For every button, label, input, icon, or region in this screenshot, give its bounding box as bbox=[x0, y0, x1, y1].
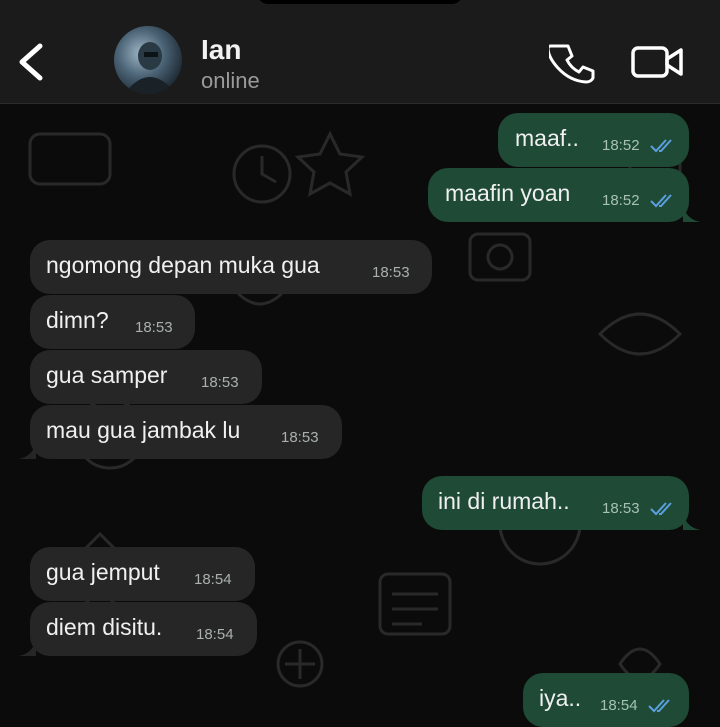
bubble-tail bbox=[683, 206, 701, 222]
message-bubble-outgoing[interactable]: ini di rumah.. 18:53 bbox=[422, 476, 701, 530]
message-time: 18:52 bbox=[602, 192, 640, 209]
message-bubble-incoming[interactable]: mau gua jambak lu 18:53 bbox=[18, 405, 342, 459]
avatar[interactable] bbox=[114, 26, 182, 94]
message-text: maafin yoan bbox=[445, 180, 571, 206]
message-bubble-outgoing[interactable]: maaf.. 18:52 bbox=[498, 113, 689, 167]
chat-header: Ian online bbox=[0, 0, 720, 104]
message-text: gua samper bbox=[46, 362, 168, 388]
message-time: 18:53 bbox=[372, 264, 410, 281]
bubble-tail bbox=[18, 443, 36, 459]
message-time: 18:53 bbox=[281, 429, 319, 446]
bubble-tail bbox=[683, 514, 701, 530]
message-bubble-incoming[interactable]: gua jemput 18:54 bbox=[30, 547, 255, 601]
message-text: diem disitu. bbox=[46, 614, 163, 640]
message-time: 18:52 bbox=[602, 137, 640, 154]
message-bubble-outgoing[interactable]: iya.. 18:54 bbox=[523, 673, 689, 727]
back-button[interactable] bbox=[14, 40, 48, 84]
message-time: 18:54 bbox=[196, 626, 234, 643]
double-check-icon bbox=[650, 502, 672, 516]
message-time: 18:53 bbox=[135, 319, 173, 336]
message-text: dimn? bbox=[46, 307, 109, 333]
message-bubble-incoming[interactable]: diem disitu. 18:54 bbox=[18, 602, 257, 656]
message-time: 18:53 bbox=[602, 500, 640, 517]
double-check-icon bbox=[650, 194, 672, 208]
chevron-left-icon bbox=[19, 43, 43, 81]
device-notch bbox=[258, 0, 462, 4]
contact-name[interactable]: Ian bbox=[201, 34, 241, 66]
message-time: 18:54 bbox=[194, 571, 232, 588]
message-text: maaf.. bbox=[515, 125, 579, 151]
avatar-photo bbox=[124, 42, 176, 94]
phone-icon bbox=[546, 44, 595, 84]
message-text: iya.. bbox=[539, 685, 582, 711]
message-time: 18:54 bbox=[600, 697, 638, 714]
message-bubble-incoming[interactable]: ngomong depan muka gua 18:53 bbox=[30, 240, 432, 294]
message-text: ngomong depan muka gua bbox=[46, 252, 320, 278]
message-bubble-incoming[interactable]: gua samper 18:53 bbox=[30, 350, 262, 404]
message-time: 18:53 bbox=[201, 374, 239, 391]
message-text: mau gua jambak lu bbox=[46, 417, 241, 443]
voice-call-button[interactable] bbox=[546, 40, 595, 86]
contact-status: online bbox=[201, 68, 260, 93]
bubble-tail bbox=[18, 640, 36, 656]
video-call-button[interactable] bbox=[630, 40, 686, 86]
double-check-icon bbox=[648, 699, 670, 713]
message-bubble-outgoing[interactable]: maafin yoan 18:52 bbox=[428, 168, 701, 222]
video-camera-icon bbox=[631, 46, 683, 78]
message-text: ini di rumah.. bbox=[438, 488, 570, 514]
message-text: gua jemput bbox=[46, 559, 160, 585]
double-check-icon bbox=[650, 139, 672, 153]
message-bubble-incoming[interactable]: dimn? 18:53 bbox=[30, 295, 195, 349]
